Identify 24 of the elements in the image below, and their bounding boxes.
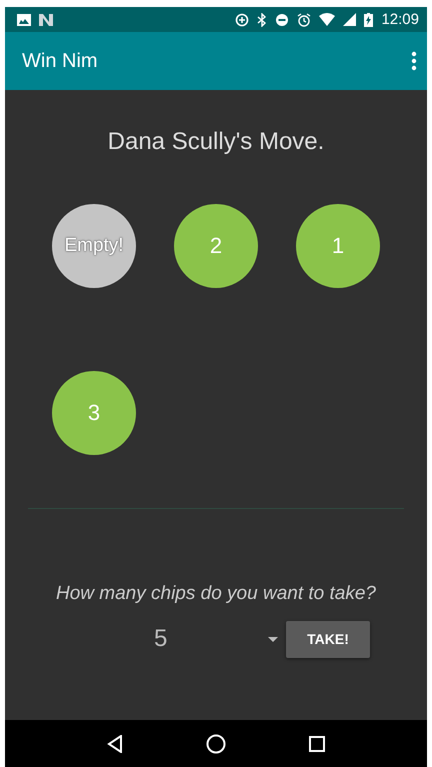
signal-icon	[343, 13, 356, 26]
chip-count-dropdown[interactable]: 5	[116, 619, 278, 659]
data-saver-icon	[235, 12, 250, 26]
more-options-icon[interactable]	[411, 51, 417, 71]
bluetooth-icon	[257, 12, 268, 26]
turn-message: Dana Scully's Move.	[108, 128, 324, 156]
status-time: 12:09	[381, 11, 419, 28]
n-logo-icon	[39, 14, 53, 26]
empty-pile[interactable]: Empty!	[52, 204, 136, 288]
back-icon[interactable]	[106, 734, 123, 752]
do-not-disturb-icon	[275, 12, 290, 26]
wifi-icon	[319, 13, 336, 26]
chips-prompt: How many chips do you want to take?	[56, 583, 376, 605]
caret-icon	[268, 636, 278, 642]
image-icon	[17, 14, 31, 26]
recents-icon[interactable]	[309, 736, 326, 752]
chip-pile[interactable]: 2	[174, 204, 258, 288]
chip-pile[interactable]: 3	[52, 371, 136, 455]
battery-icon	[364, 12, 374, 26]
app-title: Win Nim	[22, 50, 98, 72]
chip-pile[interactable]: 1	[296, 204, 380, 288]
take-button[interactable]: TAKE!	[286, 620, 370, 658]
home-icon[interactable]	[206, 734, 226, 754]
alarm-clock-icon	[297, 12, 312, 26]
